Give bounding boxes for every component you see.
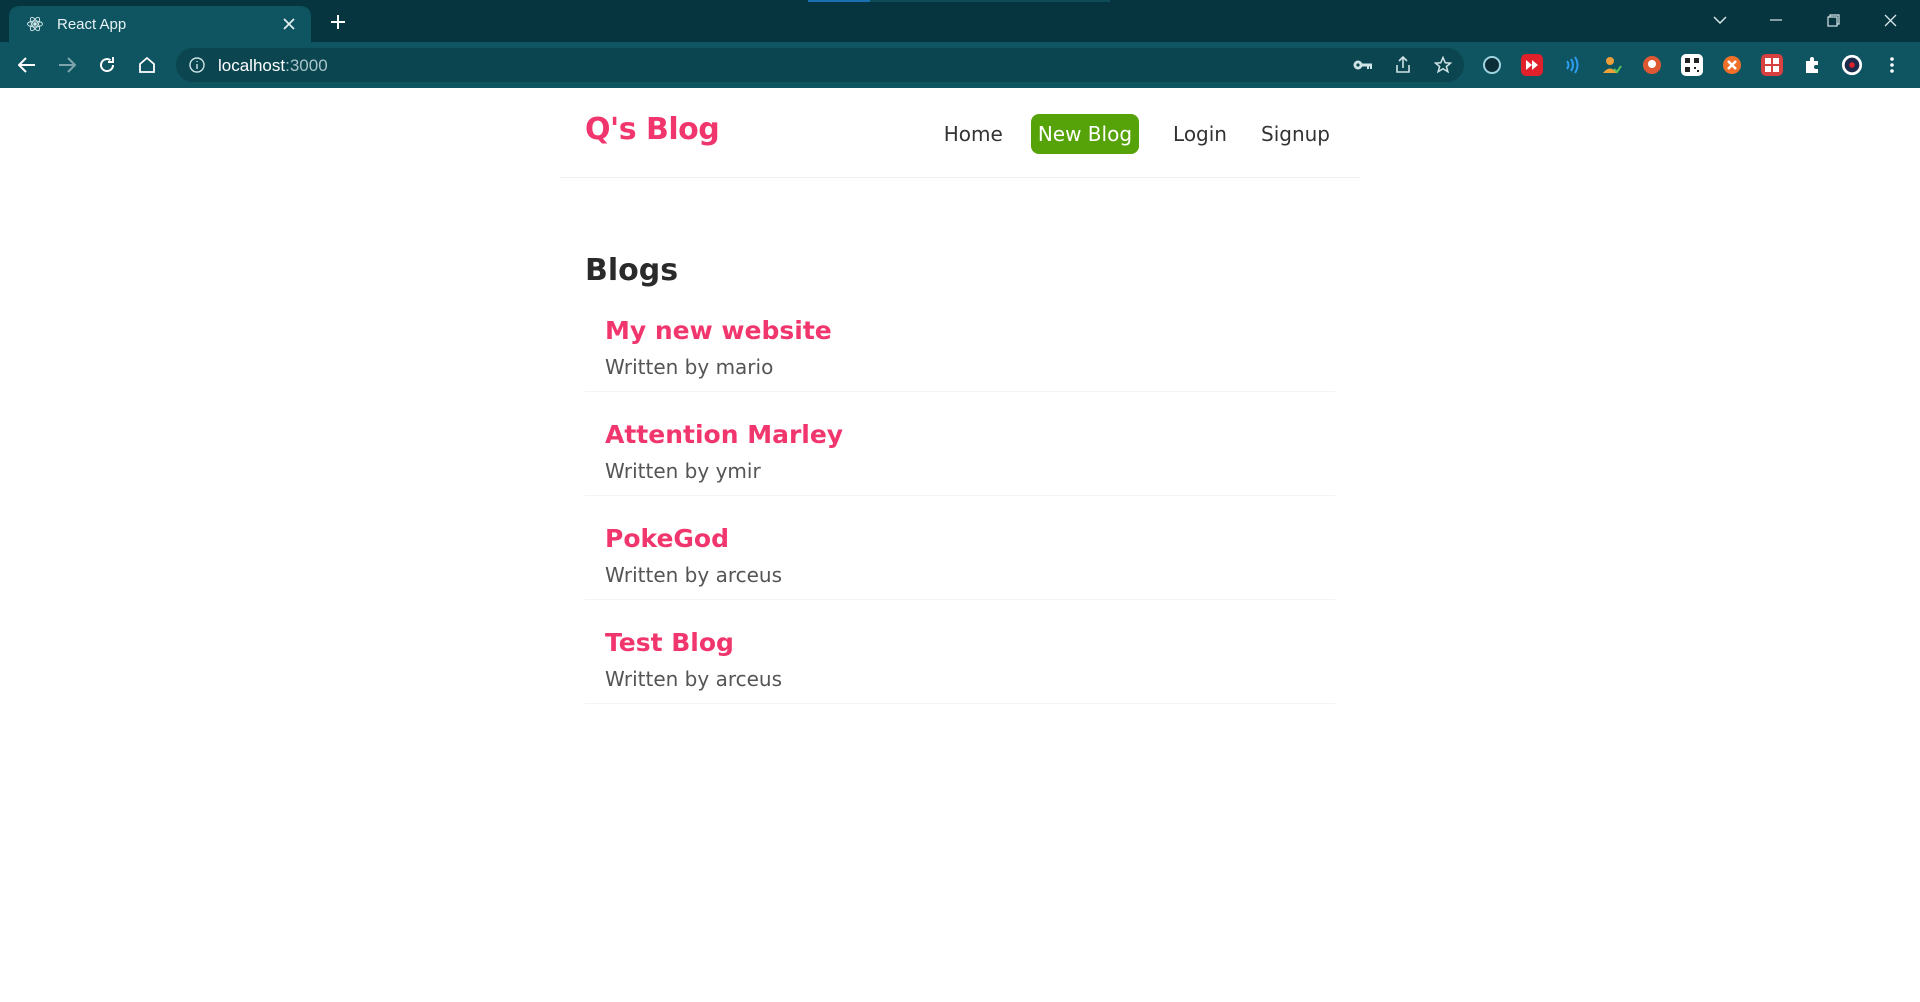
- blog-title[interactable]: Test Blog: [605, 628, 1315, 657]
- page-viewport: Q's Blog Home New Blog Login Signup Blog…: [0, 88, 1920, 1002]
- blog-preview[interactable]: My new website Written by mario: [585, 310, 1335, 392]
- key-icon[interactable]: [1352, 54, 1374, 76]
- url-host: localhost: [218, 56, 286, 75]
- blog-title[interactable]: PokeGod: [605, 524, 1315, 553]
- address-bar[interactable]: localhost:3000: [176, 48, 1464, 82]
- nav-login-link[interactable]: Login: [1173, 122, 1227, 146]
- menu-icon[interactable]: [1881, 54, 1903, 76]
- browser-tabstrip: React App: [0, 0, 1920, 42]
- info-icon[interactable]: [188, 56, 206, 74]
- tab-title: React App: [57, 15, 127, 33]
- minimize-icon[interactable]: [1754, 6, 1798, 34]
- wireless-extension-icon[interactable]: [1561, 54, 1583, 76]
- orange-x-extension-icon[interactable]: [1721, 54, 1743, 76]
- nav-links: Home New Blog Login Signup: [944, 114, 1330, 154]
- share-icon[interactable]: [1392, 54, 1414, 76]
- url-text: localhost:3000: [218, 56, 328, 76]
- reload-icon[interactable]: [93, 51, 121, 79]
- site-brand[interactable]: Q's Blog: [585, 112, 720, 147]
- tab-strip-accent-2: [870, 0, 1110, 2]
- profile-icon[interactable]: [1841, 54, 1863, 76]
- grid-extension-icon[interactable]: [1761, 54, 1783, 76]
- site-navbar: Q's Blog Home New Blog Login Signup: [560, 88, 1360, 178]
- nav-home-link[interactable]: Home: [944, 122, 1003, 146]
- duckduckgo-extension-icon[interactable]: [1641, 54, 1663, 76]
- tab-strip-accent: [808, 0, 870, 2]
- blog-author: Written by ymir: [605, 459, 761, 483]
- plus-icon[interactable]: [326, 10, 350, 34]
- blog-author: Written by arceus: [605, 563, 783, 587]
- url-port: :3000: [285, 56, 328, 75]
- close-window-icon[interactable]: [1868, 6, 1912, 34]
- extensions-icon[interactable]: [1801, 54, 1823, 76]
- back-icon[interactable]: [13, 51, 41, 79]
- nav-new-blog-button[interactable]: New Blog: [1030, 114, 1140, 154]
- browser-toolbar: localhost:3000: [0, 42, 1920, 88]
- star-icon[interactable]: [1432, 54, 1454, 76]
- chevron-down-icon[interactable]: [1698, 6, 1742, 34]
- main-content: Blogs My new website Written by mario At…: [585, 253, 1335, 726]
- close-icon[interactable]: [279, 14, 299, 34]
- blog-title[interactable]: My new website: [605, 316, 1315, 345]
- person-check-extension-icon[interactable]: [1601, 54, 1623, 76]
- blog-preview[interactable]: PokeGod Written by arceus: [585, 518, 1335, 600]
- page-title: Blogs: [585, 253, 679, 288]
- forward-icon[interactable]: [53, 51, 81, 79]
- blog-author: Written by arceus: [605, 667, 783, 691]
- edge-extension-icon[interactable]: [1481, 54, 1503, 76]
- fast-forward-extension-icon[interactable]: [1521, 54, 1543, 76]
- blog-preview[interactable]: Attention Marley Written by ymir: [585, 414, 1335, 496]
- blog-preview[interactable]: Test Blog Written by arceus: [585, 622, 1335, 704]
- blog-author: Written by mario: [605, 355, 774, 379]
- home-icon[interactable]: [133, 51, 161, 79]
- qr-code-extension-icon[interactable]: [1681, 54, 1703, 76]
- browser-tab[interactable]: React App: [9, 6, 311, 42]
- react-icon: [25, 14, 45, 34]
- nav-signup-link[interactable]: Signup: [1261, 122, 1330, 146]
- restore-icon[interactable]: [1811, 6, 1855, 34]
- blog-title[interactable]: Attention Marley: [605, 420, 1315, 449]
